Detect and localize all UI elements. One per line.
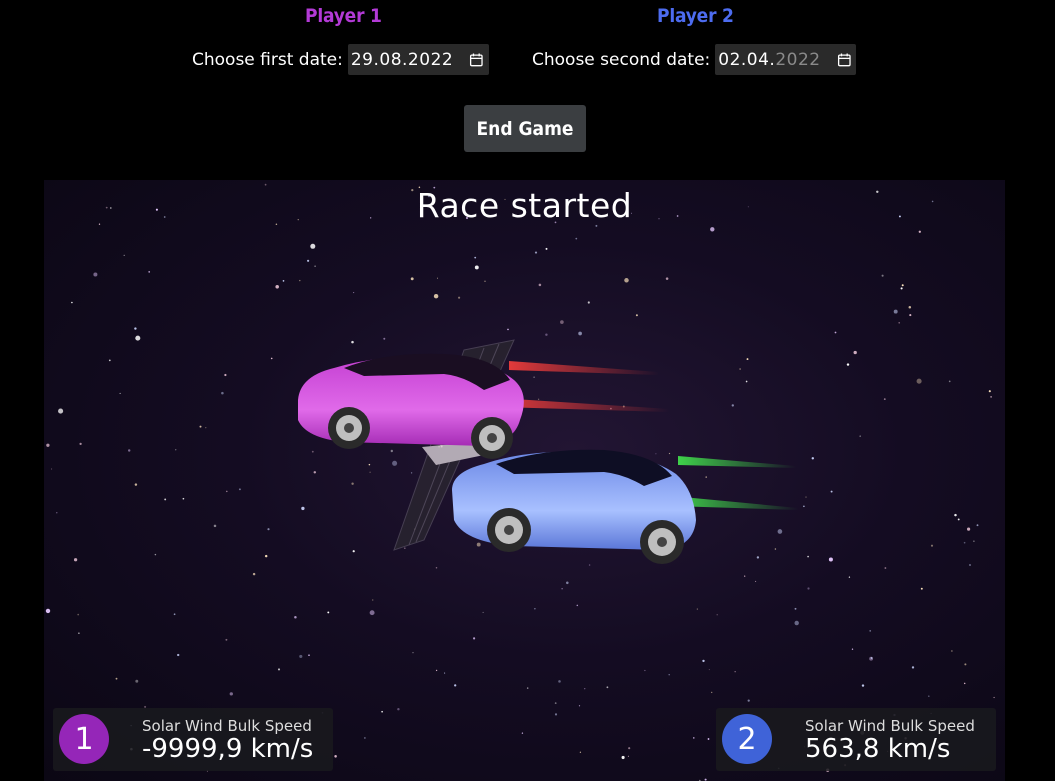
end-game-button[interactable]: End Game: [464, 105, 586, 152]
player-2-speed-panel: 2 Solar Wind Bulk Speed 563,8 km/s: [716, 708, 996, 771]
player-1-speed-label: Solar Wind Bulk Speed: [142, 717, 312, 735]
player-1-speed-panel: 1 Solar Wind Bulk Speed -9999,9 km/s: [53, 708, 333, 771]
calendar-icon[interactable]: [469, 51, 484, 69]
first-date-value: 29.08.2022: [350, 49, 454, 70]
player-1-title: Player 1: [305, 5, 382, 27]
second-date-label: Choose second date:: [532, 49, 711, 70]
player-2-trail: [678, 456, 796, 468]
player-1-trail: [499, 398, 669, 412]
player-2-speed-label: Solar Wind Bulk Speed: [805, 717, 975, 735]
first-date-input[interactable]: 29.08.2022: [347, 44, 489, 75]
player-2-title: Player 2: [657, 5, 734, 27]
calendar-icon[interactable]: [837, 51, 852, 69]
player-1-trail: [509, 361, 659, 375]
player-2-car: [452, 449, 696, 564]
player-1-date-row: Choose first date: 29.08.2022: [192, 44, 489, 75]
race-scene: [298, 339, 798, 564]
second-date-value-muted: 2022: [775, 49, 821, 70]
player-1-badge: 1: [59, 714, 109, 764]
second-date-value: 02.04.: [718, 49, 776, 70]
player-1-car: [298, 353, 524, 459]
player-2-date-row: Choose second date: 02.04. 2022: [532, 44, 857, 75]
race-canvas[interactable]: Race started 1 Solar Wind Bulk Speed -99…: [44, 180, 1005, 781]
second-date-input[interactable]: 02.04. 2022: [715, 44, 857, 75]
player-1-speed-value: -9999,9 km/s: [142, 734, 314, 764]
player-2-speed-value: 563,8 km/s: [805, 734, 951, 764]
first-date-label: Choose first date:: [192, 49, 343, 70]
player-2-badge: 2: [722, 714, 772, 764]
race-status-text: Race started: [416, 186, 633, 225]
